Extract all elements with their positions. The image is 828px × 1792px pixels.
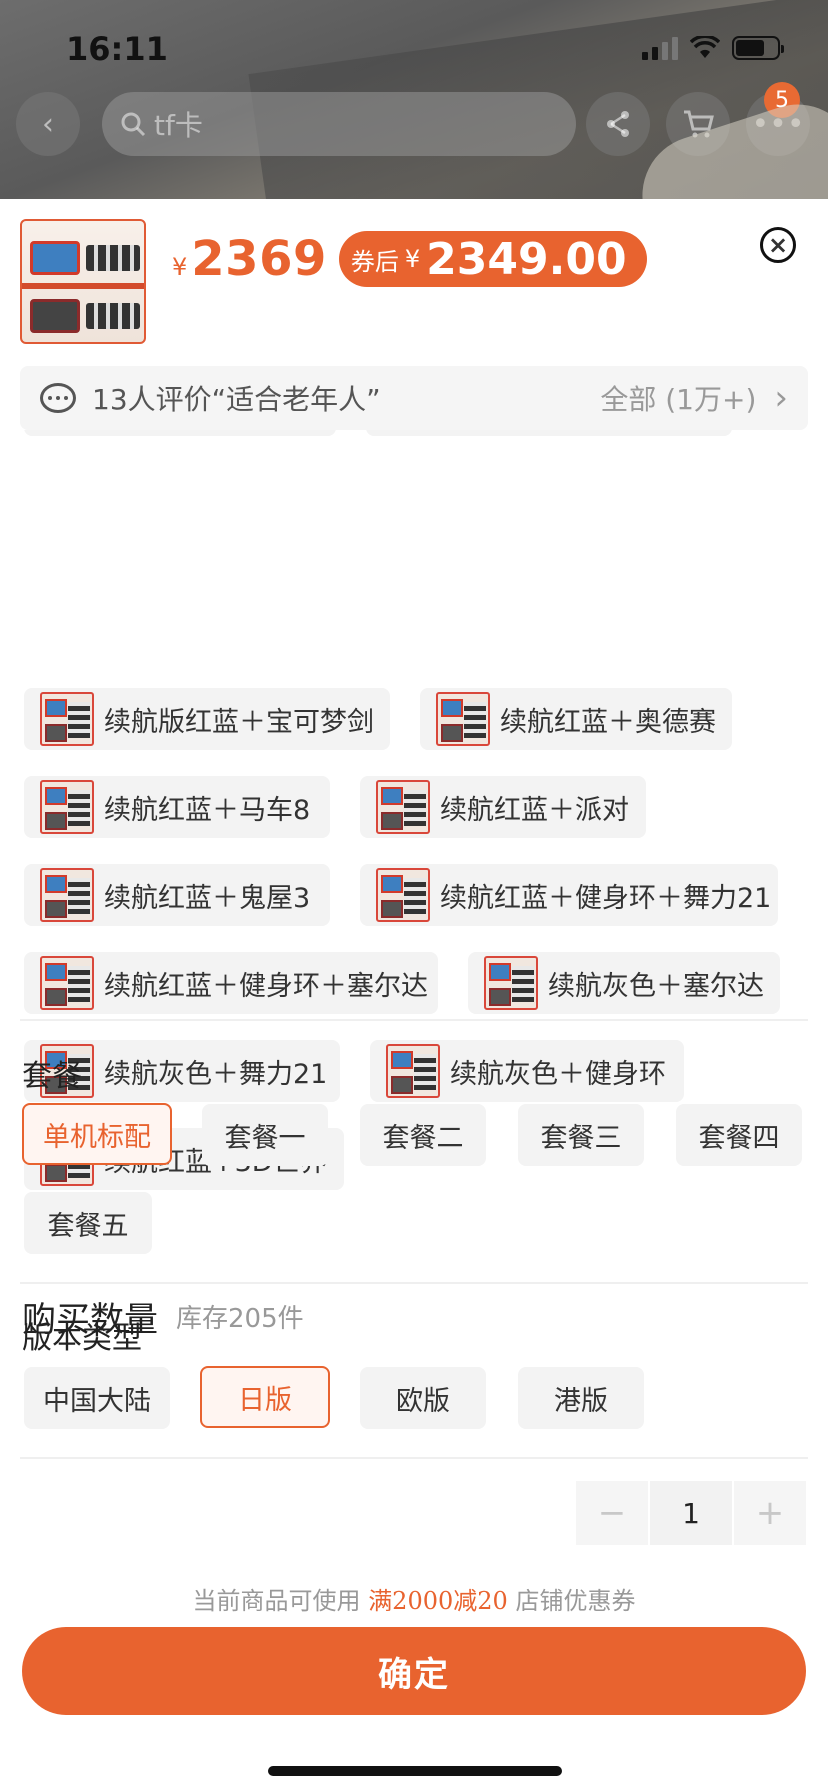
- confirm-button[interactable]: 确定: [22, 1627, 806, 1715]
- divider: [20, 1457, 808, 1459]
- variant-label: 续航灰色＋塞尔达: [548, 970, 764, 1002]
- status-time: 16:11: [66, 30, 168, 68]
- variant-label: 续航版红蓝＋宝可梦剑: [104, 706, 374, 738]
- share-button[interactable]: [586, 92, 650, 156]
- variant-chip-partial[interactable]: [24, 430, 336, 436]
- version-option-selected[interactable]: 日版: [200, 1366, 330, 1428]
- review-text: 13人评价“适合老年人”: [92, 383, 381, 416]
- price-area: ¥ 2369 券后 ¥ 2349.00: [172, 231, 647, 287]
- search-placeholder: tf卡: [154, 109, 203, 142]
- package-option[interactable]: 套餐二: [360, 1104, 486, 1166]
- variant-thumbnail: [40, 692, 94, 746]
- plus-button[interactable]: +: [734, 1481, 806, 1545]
- divider: [20, 1019, 808, 1021]
- variant-thumbnail: [40, 956, 94, 1010]
- coupon-price-badge: 券后 ¥ 2349.00: [338, 231, 647, 287]
- home-indicator: [268, 1766, 562, 1776]
- stock-text: 库存205件: [176, 1304, 304, 1334]
- currency-symbol: ¥: [172, 253, 188, 281]
- quantity-value[interactable]: 1: [650, 1481, 732, 1545]
- variant-thumbnail: [376, 780, 430, 834]
- search-icon: [121, 112, 146, 137]
- variant-chip[interactable]: 续航红蓝＋马车8: [24, 776, 330, 838]
- share-icon: [607, 111, 629, 137]
- price-value: 2369: [191, 231, 327, 287]
- review-all-link[interactable]: 全部 (1万+): [600, 378, 756, 418]
- divider: [20, 1282, 808, 1284]
- search-bar[interactable]: tf卡: [102, 92, 576, 156]
- minus-button[interactable]: −: [576, 1481, 648, 1545]
- variant-thumbnail: [436, 692, 490, 746]
- chevron-left-icon: ‹: [42, 106, 54, 142]
- cart-icon: [684, 110, 714, 138]
- version-option[interactable]: 欧版: [360, 1367, 486, 1429]
- variant-chip[interactable]: 续航版红蓝＋宝可梦剑: [24, 688, 390, 750]
- chat-bubble-icon: [40, 383, 76, 413]
- package-title: 套餐: [22, 1059, 82, 1094]
- quantity-label: 购买数量: [22, 1300, 158, 1340]
- coupon-note-prefix: 当前商品可使用: [192, 1587, 361, 1615]
- notification-badge: 5: [764, 82, 800, 118]
- variant-label: 续航灰色＋健身环: [450, 1058, 666, 1090]
- variant-list: 续航版红蓝＋宝可梦剑 续航红蓝＋奥德赛 续航红蓝＋马车8 续航红蓝＋派对 续航红…: [0, 430, 828, 1216]
- variant-chip[interactable]: 续航红蓝＋奥德赛: [420, 688, 732, 750]
- nav-row: ‹ tf卡 ••• 5: [0, 82, 828, 162]
- variant-label: 续航红蓝＋马车8: [104, 794, 311, 826]
- price: ¥ 2369: [172, 231, 327, 287]
- signal-icon: [642, 36, 678, 60]
- variant-chip[interactable]: 续航红蓝＋健身环＋塞尔达: [24, 952, 438, 1014]
- status-icons: [642, 36, 784, 60]
- variant-chip[interactable]: 续航灰色＋塞尔达: [468, 952, 780, 1014]
- coupon-note-suffix: 店铺优惠券: [515, 1587, 636, 1615]
- version-option[interactable]: 中国大陆: [24, 1367, 170, 1429]
- coupon-currency: ¥: [404, 245, 421, 273]
- coupon-note: 当前商品可使用 满2000减20 店铺优惠券: [0, 1581, 828, 1616]
- package-option[interactable]: 套餐一: [202, 1104, 328, 1166]
- back-button[interactable]: ‹: [16, 92, 80, 156]
- variant-label: 续航灰色＋舞力21: [104, 1058, 328, 1090]
- package-option[interactable]: 套餐四: [676, 1104, 802, 1166]
- variant-chip-partial[interactable]: [366, 430, 732, 436]
- cart-button[interactable]: [666, 92, 730, 156]
- status-bar: 16:11: [0, 0, 828, 90]
- package-option-selected[interactable]: 单机标配: [22, 1103, 172, 1165]
- coupon-price-value: 2349.00: [426, 233, 627, 285]
- product-thumbnail[interactable]: [20, 219, 146, 344]
- chevron-right-icon: ›: [774, 378, 788, 418]
- variant-chip[interactable]: 续航红蓝＋派对: [360, 776, 646, 838]
- variant-chip[interactable]: 续航红蓝＋健身环＋舞力21: [360, 864, 778, 926]
- coupon-note-highlight: 满2000减20: [368, 1587, 508, 1615]
- variant-label: 续航红蓝＋健身环＋塞尔达: [104, 970, 428, 1002]
- sku-sheet: ¥ 2369 券后 ¥ 2349.00 × 13人评价“适合老年人” 全部 (1…: [0, 199, 828, 1792]
- variant-thumbnail: [40, 868, 94, 922]
- battery-icon: [732, 36, 784, 60]
- variant-thumbnail: [484, 956, 538, 1010]
- version-option[interactable]: 港版: [518, 1367, 644, 1429]
- review-summary-bar[interactable]: 13人评价“适合老年人” 全部 (1万+) ›: [20, 366, 808, 430]
- variant-label: 续航红蓝＋奥德赛: [500, 706, 716, 738]
- package-option[interactable]: 套餐三: [518, 1104, 644, 1166]
- variant-thumbnail: [386, 1044, 440, 1098]
- close-icon[interactable]: ×: [760, 227, 796, 263]
- variant-label: 续航红蓝＋派对: [440, 794, 629, 826]
- background-product-page: 16:11 ‹ tf卡 ••• 5: [0, 0, 828, 200]
- variant-thumbnail: [40, 780, 94, 834]
- more-button[interactable]: ••• 5: [746, 82, 810, 156]
- variant-chip[interactable]: 续航灰色＋健身环: [370, 1040, 684, 1102]
- quantity-stepper: − 1 +: [576, 1481, 806, 1545]
- more-dots-icon: •••: [751, 106, 805, 142]
- variant-thumbnail: [376, 868, 430, 922]
- wifi-icon: [690, 36, 720, 58]
- package-option[interactable]: 套餐五: [24, 1192, 152, 1254]
- variant-label: 续航红蓝＋鬼屋3: [104, 882, 311, 914]
- variant-label: 续航红蓝＋健身环＋舞力21: [440, 882, 772, 914]
- variant-chip[interactable]: 续航红蓝＋鬼屋3: [24, 864, 330, 926]
- coupon-label: 券后: [350, 247, 399, 276]
